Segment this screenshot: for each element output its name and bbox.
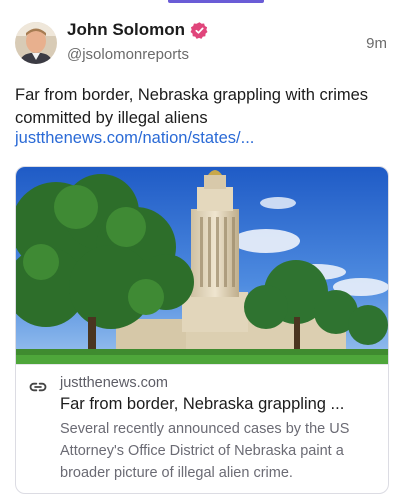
link-preview-image <box>16 167 388 364</box>
link-preview-title[interactable]: Far from border, Nebraska grappling ... <box>60 395 378 414</box>
post-link[interactable]: justthenews.com/nation/states/... <box>15 129 254 148</box>
author-name[interactable]: John Solomon <box>67 20 209 40</box>
post-timestamp: 9m <box>366 35 387 52</box>
active-tab-indicator <box>168 0 264 3</box>
link-preview-body[interactable]: justthenews.com Far from border, Nebrask… <box>16 364 388 493</box>
post-text: Far from border, Nebraska grappling with… <box>15 86 369 127</box>
link-preview-card[interactable]: justthenews.com Far from border, Nebrask… <box>15 166 389 494</box>
verified-badge-icon <box>190 21 209 40</box>
author-name-text[interactable]: John Solomon <box>67 20 185 40</box>
link-preview-description: Several recently announced cases by the … <box>60 421 350 481</box>
link-preview-domain: justthenews.com <box>60 375 168 391</box>
link-icon <box>28 377 48 402</box>
author-handle[interactable]: @jsolomonreports <box>67 46 189 63</box>
avatar[interactable] <box>15 22 57 64</box>
